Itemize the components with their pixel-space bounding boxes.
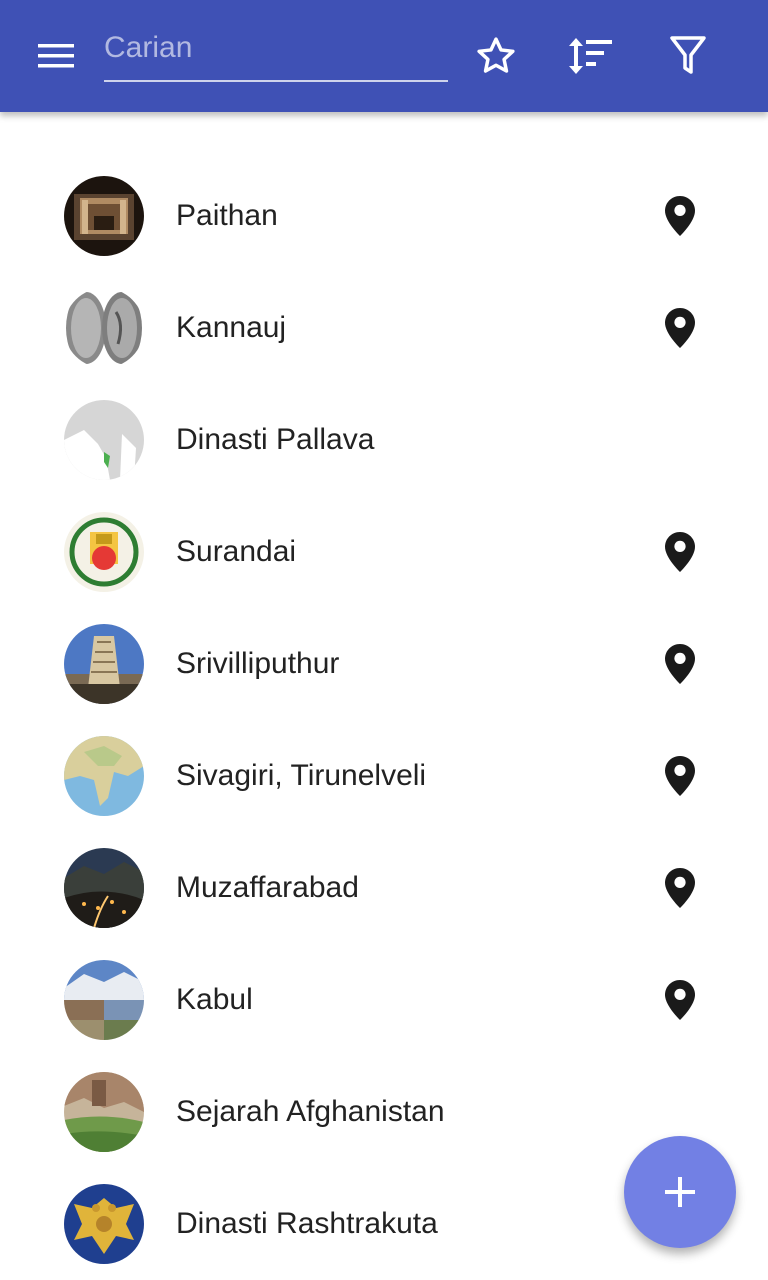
valley-thumbnail: [64, 1072, 144, 1152]
temple-tower-thumbnail: [64, 624, 144, 704]
india-map-thumbnail: [64, 736, 144, 816]
list-item-label: Srivilliputhur: [176, 647, 340, 680]
sort-icon: [569, 38, 612, 74]
location-pin-icon[interactable]: [660, 978, 700, 1022]
search-input[interactable]: [104, 22, 448, 74]
location-pin-icon[interactable]: [660, 530, 700, 574]
list-item[interactable]: Srivilliputhur: [0, 608, 768, 720]
filter-icon: [670, 36, 706, 74]
app-screen: Paithan Kannauj: [0, 0, 768, 1280]
sort-button[interactable]: [563, 28, 619, 84]
list-item[interactable]: Surandai: [0, 496, 768, 608]
list-item[interactable]: Sivagiri, Tirunelveli: [0, 720, 768, 832]
list-item-label: Dinasti Rashtrakuta: [176, 1207, 438, 1240]
list-item-label: Kabul: [176, 983, 253, 1016]
search-field: [104, 22, 448, 82]
list-item-label: Sivagiri, Tirunelveli: [176, 759, 427, 792]
location-pin-icon[interactable]: [660, 754, 700, 798]
city-collage-thumbnail: [64, 960, 144, 1040]
coin-thumbnail: [64, 288, 144, 368]
list-item-label: Muzaffarabad: [176, 871, 359, 904]
emblem-thumbnail: [64, 512, 144, 592]
list-item[interactable]: Dinasti Pallava: [0, 384, 768, 496]
article-list: Paithan Kannauj Dinasti Pallava Surandai…: [0, 160, 768, 1280]
temple-interior-thumbnail: [64, 176, 144, 256]
favorites-button[interactable]: [468, 28, 524, 84]
location-pin-icon[interactable]: [660, 306, 700, 350]
list-item-label: Sejarah Afghanistan: [176, 1095, 445, 1128]
list-item-label: Paithan: [176, 199, 278, 232]
menu-button[interactable]: [24, 32, 88, 80]
list-item[interactable]: Muzaffarabad: [0, 832, 768, 944]
list-item-label: Surandai: [176, 535, 297, 568]
add-button[interactable]: [624, 1136, 736, 1248]
star-outline-icon: [477, 37, 515, 73]
location-pin-icon[interactable]: [660, 194, 700, 238]
map-thumbnail: [64, 400, 144, 480]
list-item[interactable]: Kannauj: [0, 272, 768, 384]
plus-icon: [665, 1177, 695, 1207]
filter-button[interactable]: [660, 28, 716, 84]
list-item[interactable]: Kabul: [0, 944, 768, 1056]
list-item-label: Dinasti Pallava: [176, 423, 375, 456]
eagle-emblem-thumbnail: [64, 1184, 144, 1264]
list-item[interactable]: Paithan: [0, 160, 768, 272]
city-night-thumbnail: [64, 848, 144, 928]
location-pin-icon[interactable]: [660, 642, 700, 686]
list-item-label: Kannauj: [176, 311, 287, 344]
location-pin-icon[interactable]: [660, 866, 700, 910]
app-bar: [0, 0, 768, 112]
menu-icon: [38, 44, 74, 68]
